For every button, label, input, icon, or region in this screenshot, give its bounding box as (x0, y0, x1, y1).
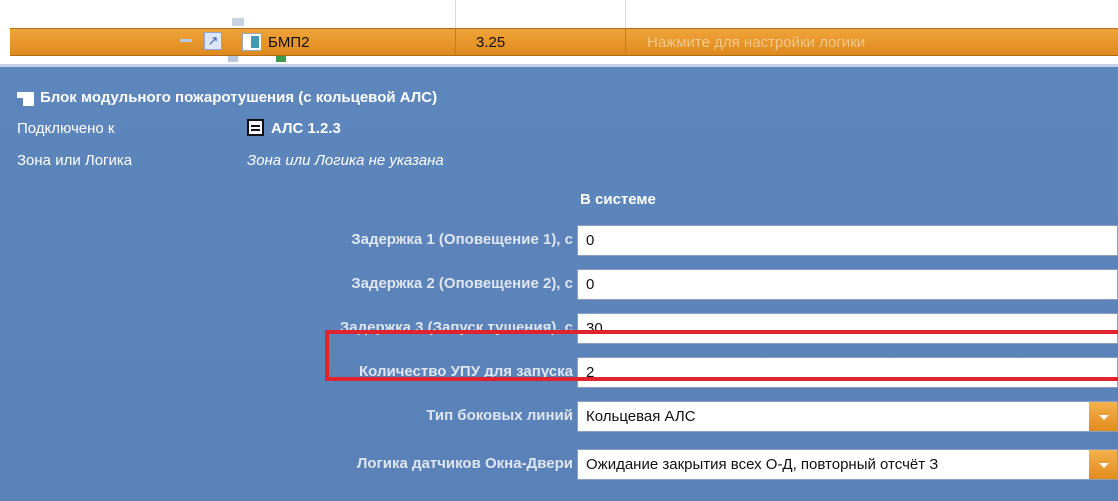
tree-icon-partial (228, 56, 238, 62)
upu-count-label: Количество УПУ для запуска (359, 363, 573, 380)
chevron-down-icon[interactable] (1089, 450, 1117, 479)
delay3-label: Задержка 3 (Запуск тушения), с (339, 319, 573, 336)
tree-icon-partial (276, 56, 286, 62)
zone-value[interactable]: Зона или Логика не указана (247, 152, 444, 169)
delay3-field[interactable]: 30 (577, 313, 1118, 344)
door-window-logic-select[interactable]: Ожидание закрытия всех О-Д, повторный от… (577, 449, 1118, 480)
chevron-down-icon[interactable] (1089, 402, 1117, 431)
device-address: 3.25 (476, 34, 506, 51)
zone-label: Зона или Логика (17, 152, 133, 169)
tree-top-strip (0, 0, 1118, 28)
device-header-icon (17, 92, 34, 106)
als-icon (247, 119, 264, 136)
device-name: БМП2 (268, 34, 310, 51)
tree-row-selected[interactable]: ↗ БМП2 3.25 Нажмите для настройки логики (10, 28, 1118, 56)
connected-value[interactable]: АЛС 1.2.3 (271, 120, 341, 137)
delay1-field[interactable]: 0 (577, 225, 1118, 256)
door-window-logic-value: Ожидание закрытия всех О-Д, повторный от… (586, 456, 939, 473)
column-header-in-system: В системе (580, 191, 656, 208)
link-icon: ↗ (204, 32, 222, 50)
logic-setup-link[interactable]: Нажмите для настройки логики (647, 34, 865, 51)
tree-connector (180, 39, 192, 42)
delay2-label: Задержка 2 (Оповещение 2), с (351, 275, 573, 292)
column-divider (455, 29, 456, 55)
door-window-logic-label: Логика датчиков Окна-Двери (356, 455, 573, 472)
side-lines-type-label: Тип боковых линий (426, 407, 573, 424)
side-lines-type-value: Кольцевая АЛС (586, 408, 696, 425)
delay1-label: Задержка 1 (Оповещение 1), с (351, 231, 573, 248)
delay2-field[interactable]: 0 (577, 269, 1118, 300)
column-divider (625, 0, 626, 28)
tree-next-row-partial (0, 56, 1118, 64)
device-icon (242, 33, 262, 51)
connected-label: Подключено к (17, 120, 115, 137)
column-divider (625, 29, 626, 55)
tree-row-partial (232, 18, 244, 26)
column-divider (455, 0, 456, 28)
side-lines-type-select[interactable]: Кольцевая АЛС (577, 401, 1118, 432)
device-title: Блок модульного пожаротушения (с кольцев… (40, 89, 438, 106)
upu-count-field[interactable]: 2 (577, 357, 1118, 388)
properties-panel: Блок модульного пожаротушения (с кольцев… (0, 64, 1118, 501)
